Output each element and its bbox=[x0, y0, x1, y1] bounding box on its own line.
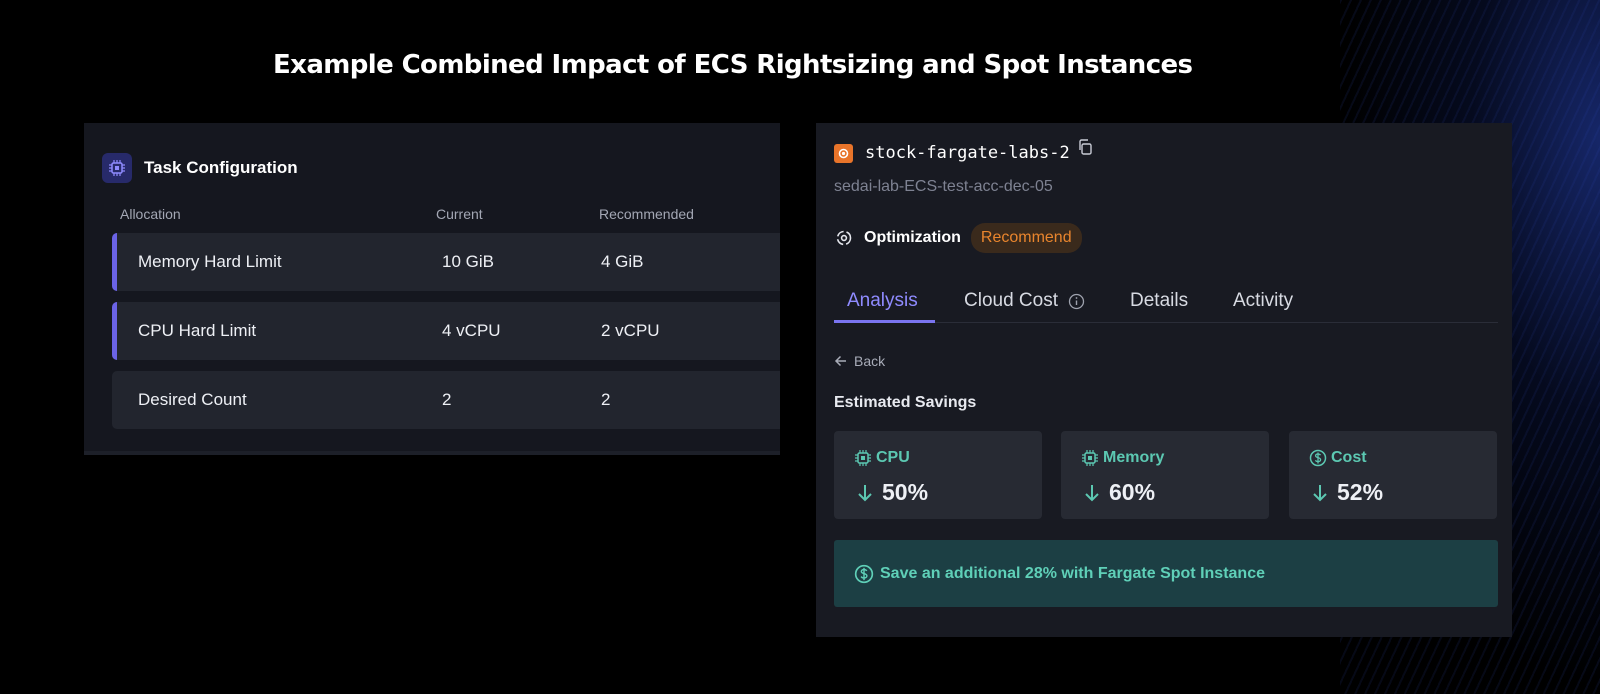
tab-label: Cloud Cost bbox=[964, 290, 1058, 311]
task-configuration-panel: Task Configuration Allocation Current Re… bbox=[84, 123, 780, 455]
back-button[interactable]: Back bbox=[834, 353, 885, 369]
row-recommended: 4 GiB bbox=[601, 252, 644, 271]
row-current: 10 GiB bbox=[442, 252, 494, 271]
tab-label: Details bbox=[1130, 290, 1189, 311]
column-header-recommended: Recommended bbox=[599, 206, 694, 222]
optimization-icon bbox=[836, 230, 852, 246]
copy-icon[interactable] bbox=[1076, 138, 1094, 161]
arrow-down-icon bbox=[1085, 484, 1099, 501]
table-row: CPU Hard Limit 4 vCPU 2 vCPU bbox=[112, 302, 780, 360]
card-label: Cost bbox=[1309, 449, 1367, 467]
tab-details[interactable]: Details bbox=[1130, 290, 1188, 312]
ecs-service-icon bbox=[834, 143, 853, 163]
task-configuration-title: Task Configuration bbox=[144, 158, 298, 177]
savings-card-cost: Cost 52% bbox=[1289, 431, 1497, 519]
row-recommended: 2 vCPU bbox=[601, 321, 660, 340]
page-title: Example Combined Impact of ECS Rightsizi… bbox=[273, 50, 1193, 80]
spot-banner-text: Save an additional 28% with Fargate Spot… bbox=[880, 564, 1265, 582]
tab-label: Analysis bbox=[847, 290, 918, 311]
info-icon[interactable] bbox=[1068, 293, 1085, 310]
optimization-row: Optimization Recommend bbox=[834, 223, 1082, 253]
chip-icon bbox=[855, 450, 871, 466]
savings-card-cpu: CPU 50% bbox=[834, 431, 1042, 519]
divider bbox=[84, 451, 780, 455]
tab-bar: Analysis Cloud Cost Details Activity bbox=[834, 278, 1498, 323]
row-allocation: Memory Hard Limit bbox=[138, 252, 282, 271]
tab-activity[interactable]: Activity bbox=[1233, 290, 1293, 312]
back-label: Back bbox=[854, 353, 886, 369]
card-label: CPU bbox=[854, 449, 910, 467]
optimization-label: Optimization bbox=[864, 229, 961, 246]
tab-analysis[interactable]: Analysis bbox=[847, 290, 918, 312]
optimization-mode-badge: Recommend bbox=[970, 223, 1082, 253]
tab-label: Activity bbox=[1233, 290, 1294, 311]
arrow-down-icon bbox=[1313, 484, 1327, 501]
table-row: Memory Hard Limit 10 GiB 4 GiB bbox=[112, 233, 780, 291]
savings-card-memory: Memory 60% bbox=[1061, 431, 1269, 519]
table-row: Desired Count 2 2 bbox=[112, 371, 780, 429]
dollar-icon bbox=[1309, 449, 1327, 467]
card-label: Memory bbox=[1081, 449, 1164, 467]
chip-icon bbox=[1082, 450, 1098, 466]
service-subtitle: sedai-lab-ECS-test-acc-dec-05 bbox=[834, 178, 1053, 195]
column-header-allocation: Allocation bbox=[120, 206, 181, 222]
service-detail-panel: stock-fargate-labs-2 sedai-lab-ECS-test-… bbox=[816, 123, 1512, 637]
row-recommended: 2 bbox=[601, 390, 611, 409]
card-value: 50% bbox=[856, 479, 928, 506]
row-current: 2 bbox=[442, 390, 452, 409]
tab-cloud-cost[interactable]: Cloud Cost bbox=[964, 290, 1085, 312]
chip-icon bbox=[102, 153, 132, 183]
service-header: stock-fargate-labs-2 bbox=[834, 138, 1094, 163]
arrow-down-icon bbox=[858, 484, 872, 501]
card-value: 52% bbox=[1311, 479, 1383, 506]
spot-instance-banner: Save an additional 28% with Fargate Spot… bbox=[834, 540, 1498, 607]
card-value: 60% bbox=[1083, 479, 1155, 506]
row-allocation: Desired Count bbox=[138, 390, 247, 409]
arrow-left-icon bbox=[834, 355, 846, 367]
task-configuration-header: Task Configuration bbox=[102, 153, 298, 183]
row-current: 4 vCPU bbox=[442, 321, 501, 340]
estimated-savings-title: Estimated Savings bbox=[834, 394, 977, 411]
service-name: stock-fargate-labs-2 bbox=[865, 143, 1070, 163]
dollar-icon bbox=[854, 564, 874, 583]
active-tab-indicator bbox=[834, 320, 935, 323]
column-header-current: Current bbox=[436, 206, 483, 222]
row-allocation: CPU Hard Limit bbox=[138, 321, 257, 340]
